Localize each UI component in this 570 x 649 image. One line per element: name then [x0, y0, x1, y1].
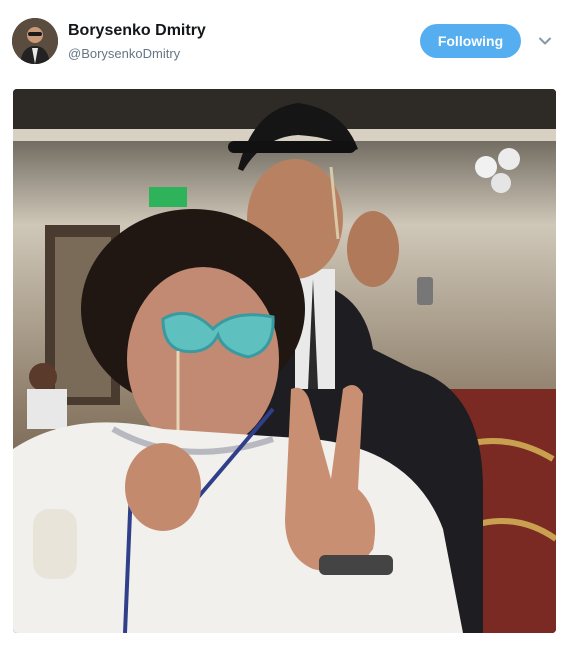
following-button[interactable]: Following — [420, 24, 521, 58]
party-photo-illustration — [13, 89, 556, 633]
tweet-header: Borysenko Dmitry @BorysenkoDmitry Follow… — [0, 0, 570, 80]
username[interactable]: @BorysenkoDmitry — [68, 46, 180, 61]
display-name[interactable]: Borysenko Dmitry — [68, 22, 206, 40]
avatar[interactable] — [12, 18, 58, 64]
avatar-image — [12, 18, 58, 64]
chevron-down-icon[interactable] — [538, 34, 552, 48]
tweet-photo[interactable] — [13, 89, 556, 633]
